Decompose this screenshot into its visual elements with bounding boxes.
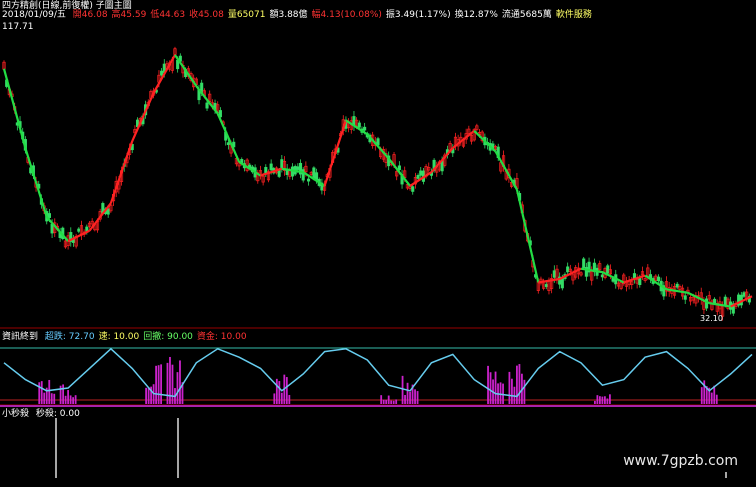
candle <box>205 102 209 109</box>
candle <box>683 295 687 300</box>
candle <box>280 159 284 169</box>
watermark: www.7gpzb.com <box>623 453 738 469</box>
candle <box>600 274 604 278</box>
candle <box>357 122 361 128</box>
candle <box>544 284 548 287</box>
candle <box>296 166 300 170</box>
candle <box>106 208 110 215</box>
candle <box>552 270 556 278</box>
moving-average-segment <box>2 68 27 149</box>
candle <box>269 163 273 171</box>
moving-average-segment <box>109 140 134 204</box>
moving-average-segment <box>216 113 241 163</box>
moving-average-segment <box>323 120 347 187</box>
moving-average-segment <box>24 147 48 218</box>
indicator1-line <box>3 347 753 398</box>
candle <box>306 178 311 182</box>
moving-average-segment <box>88 202 112 232</box>
candle <box>397 165 401 171</box>
candle <box>638 277 642 286</box>
candle <box>713 298 717 304</box>
candle <box>411 186 415 192</box>
candle <box>312 167 316 180</box>
moving-average-segment <box>515 189 540 283</box>
stock-chart: 32.10 <box>0 46 756 478</box>
candle <box>675 283 679 288</box>
candle <box>742 292 746 297</box>
candle <box>77 228 81 232</box>
moving-average-segment <box>45 216 69 242</box>
candle <box>656 276 661 282</box>
moving-average-segment <box>494 150 518 190</box>
candle <box>363 126 367 131</box>
candle <box>416 175 420 179</box>
candle <box>160 70 164 76</box>
candle <box>723 296 727 306</box>
candle <box>226 142 230 146</box>
candle <box>47 213 51 218</box>
moving-average-segment <box>131 92 155 142</box>
candle <box>566 266 570 273</box>
candle <box>606 265 610 274</box>
candle <box>582 258 586 269</box>
price-low-label: 32.10 <box>700 314 723 323</box>
candle <box>315 172 319 181</box>
candle <box>419 170 423 176</box>
moving-average-segment <box>174 54 198 87</box>
